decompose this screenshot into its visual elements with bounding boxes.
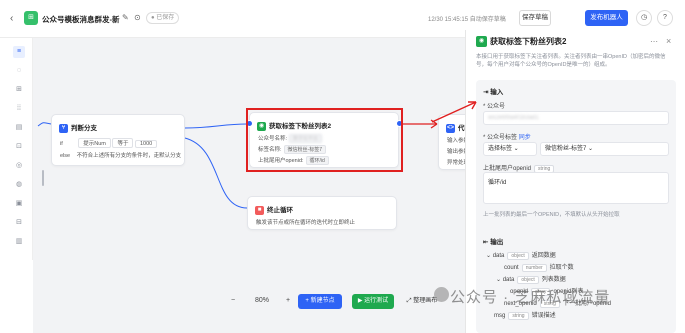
bottom-toolbar: − 80% + + 新建节点 ▶ 运行测试 ⤢ 整理画布 [218, 294, 448, 312]
run-test-button[interactable]: ▶ 运行测试 [352, 294, 394, 309]
tag-mode-select[interactable]: 选择标签 ⌄ [483, 142, 537, 156]
tool-apps-icon[interactable]: ⁞⁞ [13, 103, 25, 115]
workflow-canvas[interactable]: ⑂ 判断分支 if 提示Num 等于 1000 else 不符合上述所有分支的条件… [33, 38, 478, 333]
branch-node-title: ⑂ 判断分支 [59, 122, 97, 133]
close-icon[interactable]: × [666, 36, 671, 46]
zoom-in-button[interactable]: + [286, 297, 290, 304]
output-row: count number 拉取个数 [504, 264, 574, 272]
back-icon[interactable]: ‹ [10, 13, 13, 24]
help-icon[interactable]: ? [657, 10, 673, 26]
add-node-button[interactable]: + 新建节点 [298, 294, 342, 309]
output-row: ⌄ data object 列表数据 [496, 276, 566, 284]
tool-frame-icon[interactable]: ⊡ [13, 141, 25, 153]
stop-icon: ■ [255, 205, 264, 215]
watermark-logo-icon [434, 287, 449, 302]
tool-box-icon[interactable]: ▣ [13, 198, 25, 210]
zoom-out-button[interactable]: − [231, 297, 235, 304]
output-row: msg string 错误描述 [494, 312, 556, 320]
left-toolbar: ≡ ◌ ⊞ ⁞⁞ ▤ ⊡ ◎ ◍ ▣ ⊟ ▥ [7, 38, 33, 260]
highlight-arrow [431, 101, 477, 123]
save-status-badge: ● 已保存 [146, 12, 180, 24]
panel-description: 本接口用于获取标签下关注者列表。关注者列表由一串OpenID（加密后的微信号，每… [476, 54, 666, 68]
output-section: ⇤ 输出 ⌄ data object 返回数据 count number 拉取个数 ⌄ … [476, 230, 676, 333]
branch-condition-var: 提示Num [78, 138, 111, 148]
sync-link[interactable]: 同步 [519, 135, 531, 141]
branch-condition-op: 等于 [112, 138, 134, 148]
stop-loop-node[interactable]: ■ 终止循环 触发该节点或所在循环的迭代时立即终止 [247, 196, 397, 230]
edit-icon[interactable]: ✎ [122, 13, 129, 22]
output-row: ⌄ data object 返回数据 [486, 252, 556, 260]
branch-node[interactable]: ⑂ 判断分支 if 提示Num 等于 1000 else 不符合上述所有分支的条件… [51, 114, 185, 166]
tag-value-select[interactable]: 微信粉丝-标签7 ⌄ [540, 142, 669, 156]
history-icon[interactable]: ⊙ [134, 13, 141, 22]
highlight-box [246, 108, 403, 172]
account-select[interactable]: wx2e6f9a4f1b3ad1 [483, 111, 669, 125]
tool-table-icon[interactable]: ▤ [13, 122, 25, 134]
app-title: 公众号模板消息群发-新 [42, 15, 120, 24]
canvas-scroll-handle[interactable] [42, 170, 44, 186]
branch-if-row: if 提示Num 等于 1000 [60, 138, 158, 148]
loop-node-desc: 触发该节点或所在循环的迭代时立即终止 [256, 220, 356, 226]
branch-condition-value: 1000 [134, 140, 158, 148]
branch-icon: ⑂ [59, 123, 68, 133]
connections-layer [37, 114, 465, 209]
zoom-level: 80% [255, 297, 270, 304]
publish-button[interactable]: 发布机器人 [585, 10, 628, 26]
openid-hint: 上一批列表的最后一个OPENID，不填默认从头开始拉取 [483, 212, 620, 218]
clock-icon[interactable]: ◷ [636, 10, 652, 26]
openid-input[interactable]: 循环/id [483, 172, 669, 204]
more-icon[interactable]: ⋯ [650, 37, 658, 46]
branch-else-row: else 不符合上述所有分支的条件时，走默认分支 [60, 153, 182, 159]
tool-grid-icon[interactable]: ⊞ [13, 84, 25, 96]
chevron-down-icon[interactable]: ⌄ [113, 13, 120, 22]
output-section-title: ⇤ 输出 [483, 239, 504, 246]
save-draft-button[interactable]: 保存草稿 [519, 10, 551, 26]
tool-target-icon[interactable]: ◎ [13, 160, 25, 172]
tool-location-icon[interactable]: ◍ [13, 179, 25, 191]
tag-label: * 公众号标签 同步 [483, 135, 531, 141]
tool-doc-icon[interactable]: ⊟ [13, 217, 25, 229]
autosave-time: 12/30 15:45:15 自动保存草稿 [428, 17, 506, 23]
loop-node-title: ■ 终止循环 [255, 204, 293, 215]
wechat-icon: ◉ [476, 36, 487, 48]
watermark: 公众号 · 芝麻私域流量 [450, 289, 611, 306]
panel-title: ◉ 获取标签下粉丝列表2 [476, 36, 566, 48]
tool-layout-icon[interactable]: ≡ [13, 46, 25, 58]
tool-file-icon[interactable]: ▥ [13, 236, 25, 248]
app-logo-icon: ⊞ [24, 11, 38, 25]
tool-chat-icon[interactable]: ◌ [13, 65, 25, 77]
input-section: ⇥ 输入 * 公众号 wx2e6f9a4f1b3ad1 * 公众号标签 同步 选… [476, 80, 676, 238]
